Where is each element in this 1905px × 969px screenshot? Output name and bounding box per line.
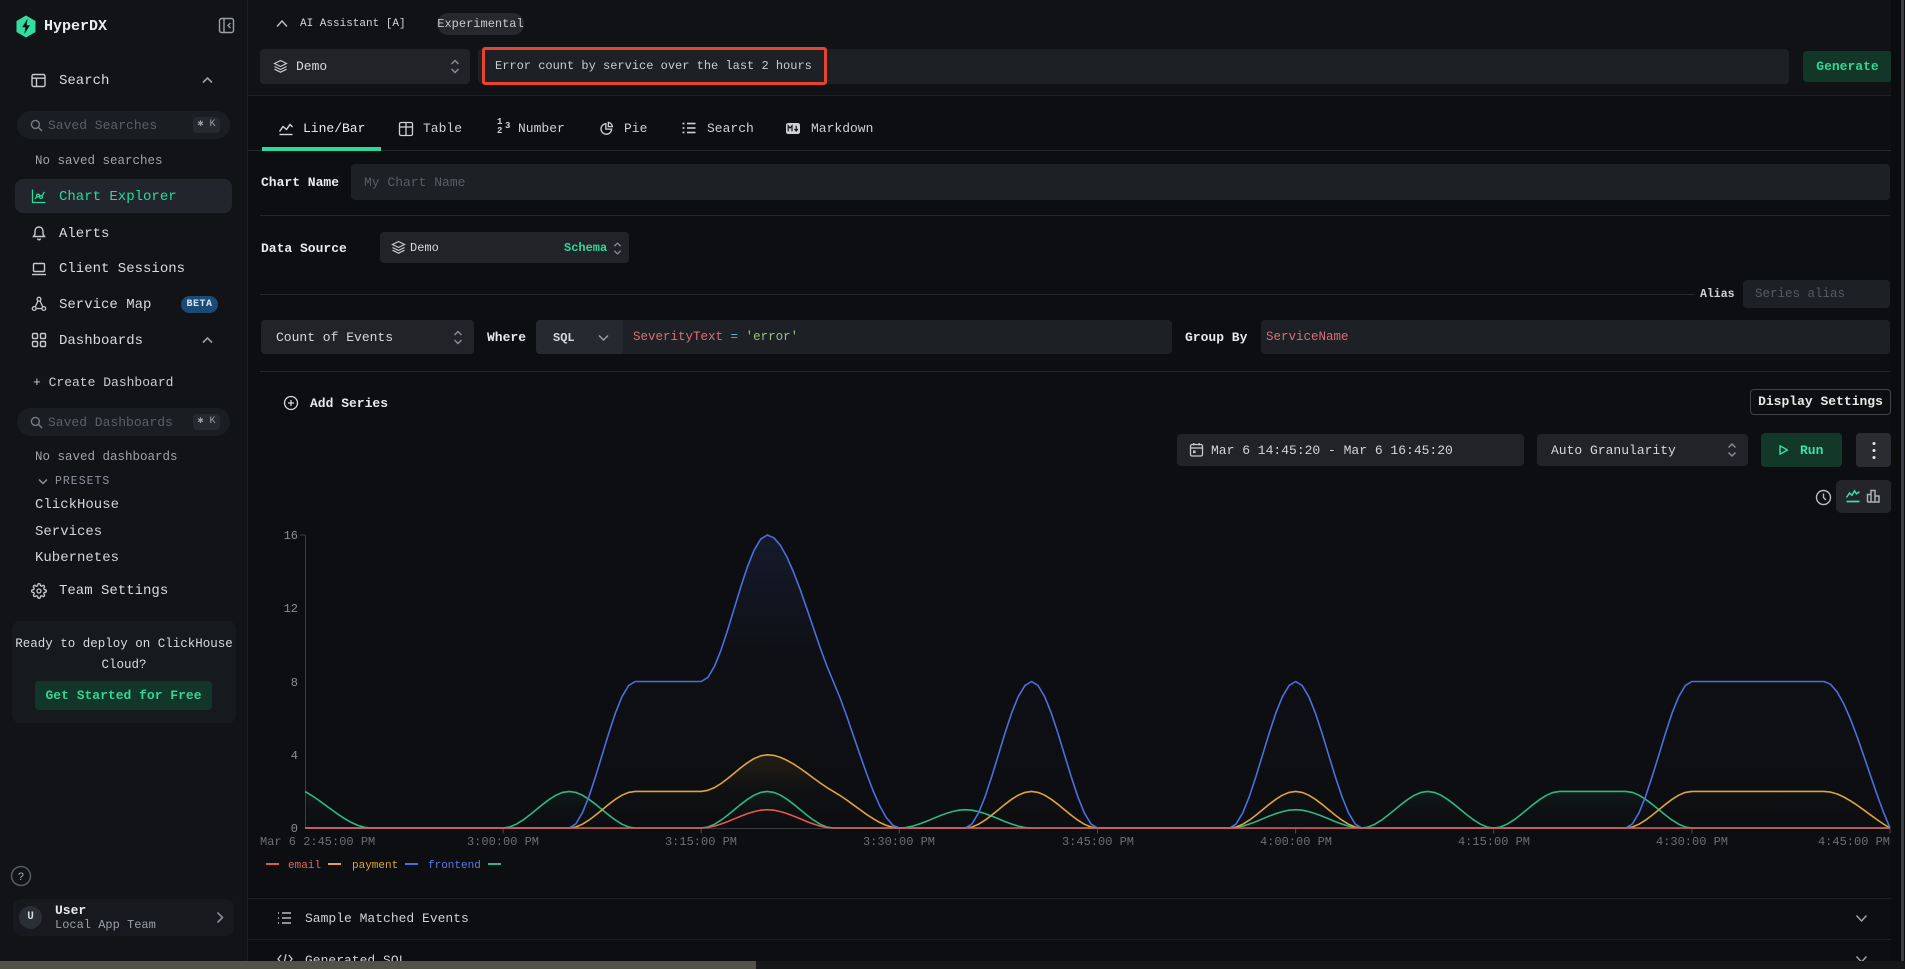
svg-text:3:00:00 PM: 3:00:00 PM [467, 835, 539, 849]
svg-text:4:45:00 PM: 4:45:00 PM [1818, 835, 1890, 849]
svg-text:3:45:00 PM: 3:45:00 PM [1062, 835, 1134, 849]
svg-text:12: 12 [284, 602, 298, 616]
svg-text:3:15:00 PM: 3:15:00 PM [665, 835, 737, 849]
svg-text:0: 0 [291, 822, 298, 836]
svg-text:3:30:00 PM: 3:30:00 PM [863, 835, 935, 849]
svg-text:4: 4 [291, 749, 298, 763]
svg-text:16: 16 [284, 529, 298, 543]
svg-text:8: 8 [291, 676, 298, 690]
svg-text:email: email [288, 860, 321, 872]
svg-text:frontend: frontend [428, 860, 481, 872]
svg-text:payment: payment [352, 860, 398, 872]
svg-text:4:30:00 PM: 4:30:00 PM [1656, 835, 1728, 849]
svg-text:4:00:00 PM: 4:00:00 PM [1260, 835, 1332, 849]
svg-text:4:15:00 PM: 4:15:00 PM [1458, 835, 1530, 849]
svg-text:Mar 6 2:45:00 PM: Mar 6 2:45:00 PM [260, 835, 375, 849]
